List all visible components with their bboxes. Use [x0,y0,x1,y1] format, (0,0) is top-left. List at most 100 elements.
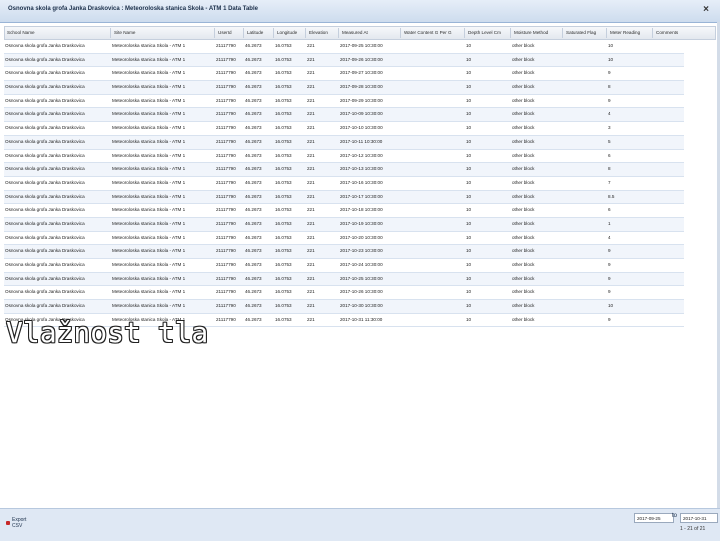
table-cell: 9 [608,70,611,76]
table-cell: 9 [608,262,611,267]
table-cell: 2017-10-24 10:30:00 [340,262,383,267]
column-header[interactable]: School Name [7,30,35,35]
date-from-input[interactable]: 2017-09-25 [634,513,674,523]
column-separator[interactable] [510,28,511,38]
table-row[interactable]: Osnovna skola grofa Janka Draskovica Mete… [4,135,684,150]
table-cell: 221 [307,289,315,295]
table-cell: Osnovna skola grofa Janka Draskovica [5,70,85,76]
table-cell: 16.0753 [275,193,292,199]
column-header[interactable]: Meter Reading [610,30,640,35]
table-cell: 21117790 [216,220,236,226]
table-row[interactable]: Osnovna skola grofa Janka Draskovica Mete… [4,286,684,301]
table-cell: Meteoroloska stanica Skola - ATM 1 [112,289,186,295]
table-row[interactable]: Osnovna skola grofa Janka Draskovica Mete… [4,190,684,205]
table-cell: 46.2673 [245,111,262,117]
table-cell: other block [512,43,535,48]
table-cell: 221 [307,97,315,103]
table-cell: Osnovna skola grofa Janka Draskovica [5,97,85,103]
table-cell: Meteoroloska stanica Skola - ATM 1 [112,84,186,90]
column-separator[interactable] [338,28,339,38]
column-header[interactable]: Measured At [342,30,368,35]
table-cell: 46.2673 [245,97,262,103]
table-cell: Osnovna skola grofa Janka Draskovica [5,193,85,199]
column-header[interactable]: Latitude [247,30,263,35]
table-cell: 21117790 [216,84,236,90]
table-cell: Osnovna skola grofa Janka Draskovica [5,125,85,131]
table-cell: 2017-09-29 10:30:00 [340,97,383,103]
table-cell: 46.2673 [245,262,262,267]
table-cell: 46.2673 [245,289,262,295]
table-row[interactable]: Osnovna skola grofa Janka Draskovica Mete… [4,150,684,164]
table-row[interactable]: Osnovna skola grofa Janka Draskovica Mete… [4,122,684,136]
table-cell: 10 [466,125,472,131]
table-row[interactable]: Osnovna skola grofa Janka Draskovica Mete… [4,95,684,109]
column-header[interactable]: Water Content G Per G [404,30,452,35]
table-row[interactable]: Osnovna skola grofa Janka Draskovica Mete… [4,81,684,95]
table-cell: 21117790 [216,111,236,117]
export-button[interactable]: Export CSV [6,517,26,529]
table-row[interactable]: Osnovna skola grofa Janka Draskovica Mete… [4,67,684,82]
table-row[interactable]: Osnovna skola grofa Janka Draskovica Mete… [4,177,684,191]
table-cell: 21117790 [216,70,236,76]
table-row[interactable]: Osnovna skola grofa Janka Draskovica Mete… [4,53,684,68]
table-cell: 46.2673 [245,248,262,254]
table-row[interactable]: Osnovna skola grofa Janka Draskovica Mete… [4,259,684,273]
column-header[interactable]: Moisture Method [514,30,548,35]
column-header[interactable]: Comments [656,30,678,35]
date-to-input[interactable]: 2017-10-31 [680,513,718,523]
table-cell: 16.0753 [275,248,292,254]
table-row[interactable]: Osnovna skola grofa Janka Draskovica Mete… [4,163,684,177]
window-title: Osnovna skola grofa Janka Draskovica : M… [8,6,258,12]
column-separator[interactable] [305,28,306,38]
column-separator[interactable] [464,28,465,38]
table-cell: 16.0753 [275,262,292,267]
column-header[interactable]: Elevation [309,30,328,35]
table-row[interactable]: Osnovna skola grofa Janka Draskovica Mete… [4,272,684,287]
table-cell: Meteoroloska stanica Skola - ATM 1 [112,97,186,103]
table-cell: 221 [307,234,315,240]
table-cell: Osnovna skola grofa Janka Draskovica [5,303,85,309]
table-row[interactable]: Osnovna skola grofa Janka Draskovica Mete… [4,300,684,314]
column-separator[interactable] [273,28,274,38]
table-row[interactable]: Osnovna skola grofa Janka Draskovica Mete… [4,217,684,232]
table-cell: 221 [307,220,315,226]
column-header[interactable]: Site Name [114,30,135,35]
table-cell: 221 [307,275,315,281]
column-separator[interactable] [562,28,563,38]
table-cell: other block [512,111,535,117]
table-cell: 221 [307,303,315,309]
table-row[interactable]: Osnovna skola grofa Janka Draskovica Mete… [4,204,684,218]
table-cell: 10 [466,303,472,309]
table-cell: 3 [608,125,611,131]
table-cell: 10 [466,316,472,322]
table-row[interactable]: Osnovna skola grofa Janka Draskovica Mete… [4,232,684,246]
table-cell: 46.2673 [245,234,262,240]
column-header[interactable]: UserId [218,30,232,35]
table-cell: 10 [466,248,472,254]
table-cell: 221 [307,111,315,117]
column-separator[interactable] [214,28,215,38]
table-cell: Meteoroloska stanica Skola - ATM 1 [112,303,186,309]
table-cell: 4 [608,111,611,117]
column-separator[interactable] [400,28,401,38]
table-cell: 21117790 [216,234,236,240]
table-cell: 2017-10-31 11:30:00 [340,316,383,322]
table-cell: 10 [466,220,472,226]
table-cell: other block [512,70,535,76]
column-header[interactable]: Depth Level Cm [468,30,501,35]
column-header[interactable]: Longitude [277,30,297,35]
table-cell: 221 [307,56,315,62]
close-icon[interactable]: × [700,4,712,16]
table-row[interactable]: Osnovna skola grofa Janka Draskovica Mete… [4,40,684,54]
column-header[interactable]: Saturated Flag [566,30,596,35]
table-cell: other block [512,248,535,254]
table-cell: 1 [608,220,611,226]
column-separator[interactable] [243,28,244,38]
column-separator[interactable] [606,28,607,38]
column-separator[interactable] [110,28,111,38]
table-cell: other block [512,97,535,103]
table-cell: 46.2673 [245,166,262,172]
table-row[interactable]: Osnovna skola grofa Janka Draskovica Mete… [4,245,684,259]
table-row[interactable]: Osnovna skola grofa Janka Draskovica Mete… [4,108,684,123]
column-separator[interactable] [652,28,653,38]
